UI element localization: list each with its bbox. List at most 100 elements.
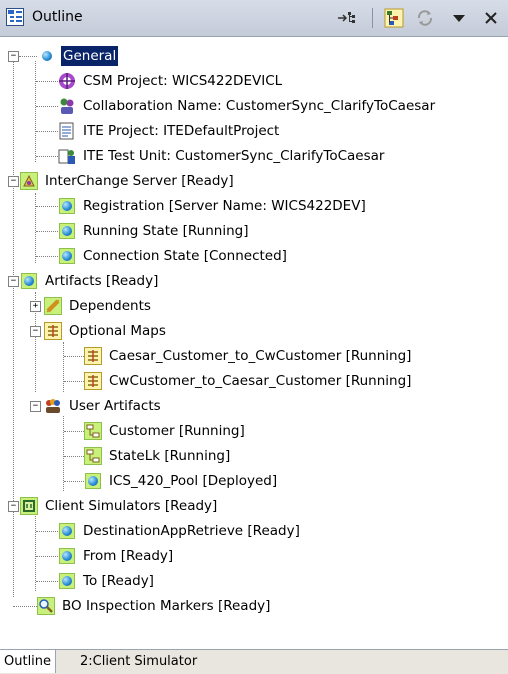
tree-connector [36,531,58,532]
tree-connector [35,193,36,263]
tree-connector [19,56,37,57]
view-menu-icon[interactable] [448,7,470,29]
tree-connector [36,131,58,132]
tree-item-general[interactable]: General [38,44,119,68]
tree-item-collaboration-name[interactable]: Collaboration Name: CustomerSync_Clarify… [58,94,437,118]
status-ball-icon [58,522,76,540]
user-artifacts-icon [44,397,62,415]
test-unit-icon [58,147,76,165]
tree-connector [36,106,58,107]
tree-item-label: From [Ready] [83,548,174,564]
tree-item-interchange-server[interactable]: InterChange Server [Ready] [20,169,236,193]
tree-connector [64,456,84,457]
view-title-bar: Outline [0,0,508,37]
tree-connector [36,206,58,207]
tree-item-label: General [61,46,119,66]
tree-item-connection-state[interactable]: Connection State [Connected] [58,244,289,268]
tree-item-map-cw-to-caesar[interactable]: CwCustomer_to_Caesar_Customer [Running] [84,369,413,393]
tree-connector [63,342,64,392]
tree-item-map-caesar-to-cw[interactable]: Caesar_Customer_to_CwCustomer [Running] [84,344,413,368]
relationship-icon [84,422,102,440]
tab-client-simulator[interactable]: 2:Client Simulator [76,650,201,673]
collaboration-icon [58,97,76,115]
link-with-editor-icon[interactable] [336,7,358,29]
tree-item-label: BO Inspection Markers [Ready] [62,598,271,614]
relationship-icon [84,447,102,465]
tree-connector [13,606,37,607]
expand-toggle[interactable]: + [30,301,41,312]
view-tabs: Outline 2:Client Simulator [0,649,508,674]
tree-item-optional-maps[interactable]: Optional Maps [44,319,168,343]
status-ball-icon [58,197,76,215]
tree-connector [35,61,36,162]
tree-item-customer[interactable]: Customer [Running] [84,419,247,443]
tree-item-to[interactable]: To [Ready] [58,569,156,593]
map-icon [44,322,62,340]
blue-ball-icon [38,47,56,65]
status-ball-icon [20,272,38,290]
map-icon [84,372,102,390]
tree-item-label: CSM Project: WICS422DEVICL [83,73,283,89]
tree-item-ite-test-unit[interactable]: ITE Test Unit: CustomerSync_ClarifyToCae… [58,144,386,168]
tree-connector [36,556,58,557]
collapse-toggle[interactable]: − [8,51,19,62]
tree-item-csm-project[interactable]: CSM Project: WICS422DEVICL [58,69,284,93]
tree-connector [64,431,84,432]
tree-item-ite-project[interactable]: ITE Project: ITEDefaultProject [58,119,281,143]
tree-item-bo-inspection-markers[interactable]: BO Inspection Markers [Ready] [37,594,272,618]
tree-connector [36,231,58,232]
toolbar-separator [372,8,373,28]
tree-item-dependents[interactable]: Dependents [44,294,153,318]
tree-connector [64,356,84,357]
tree-item-label: Artifacts [Ready] [45,273,159,289]
status-ball-icon [84,472,102,490]
collapse-toggle[interactable]: − [8,501,19,512]
collapse-toggle[interactable]: − [8,276,19,287]
tree-item-ics-420-pool[interactable]: ICS_420_Pool [Deployed] [84,469,279,493]
collapse-toggle[interactable]: − [30,326,41,337]
tree-item-label: Registration [Server Name: WICS422DEV] [83,198,366,214]
tree-item-label: Dependents [69,298,151,314]
tree-item-label: User Artifacts [69,398,161,414]
tree-connector [36,156,58,157]
tree-item-label: StateLk [Running] [109,448,231,464]
tree-item-label: Connection State [Connected] [83,248,287,264]
tree-item-label: Client Simulators [Ready] [45,498,218,514]
sync-icon[interactable] [414,7,436,29]
tree-item-artifacts[interactable]: Artifacts [Ready] [20,269,160,293]
status-ball-icon [58,222,76,240]
tree-item-statelk[interactable]: StateLk [Running] [84,444,232,468]
tree-item-label: Customer [Running] [109,423,245,439]
tree-connector [64,381,84,382]
document-icon [58,122,76,140]
tree-item-client-simulators[interactable]: Client Simulators [Ready] [20,494,219,518]
server-icon [20,172,38,190]
collapse-toggle[interactable]: − [8,176,19,187]
tree-item-label: ITE Project: ITEDefaultProject [83,123,280,139]
tab-outline[interactable]: Outline [0,650,57,673]
tree-item-label: ITE Test Unit: CustomerSync_ClarifyToCae… [83,148,385,164]
tree-view-icon[interactable] [383,7,405,29]
tree-item-registration[interactable]: Registration [Server Name: WICS422DEV] [58,194,368,218]
tree-item-user-artifacts[interactable]: User Artifacts [44,394,163,418]
tree-item-running-state[interactable]: Running State [Running] [58,219,251,243]
tree-item-destinationappretrieve[interactable]: DestinationAppRetrieve [Ready] [58,519,302,543]
map-icon [84,347,102,365]
view-title: Outline [32,9,83,25]
tree-item-label: CwCustomer_to_Caesar_Customer [Running] [109,373,412,389]
collapse-toggle[interactable]: − [30,401,41,412]
client-simulator-icon [20,497,38,515]
tree-item-label: ICS_420_Pool [Deployed] [109,473,278,489]
tree-connector [13,61,14,597]
tree-item-label: Optional Maps [69,323,166,339]
status-ball-icon [58,547,76,565]
csm-project-icon [58,72,76,90]
tree-item-label: To [Ready] [83,573,154,589]
tree-item-label: Running State [Running] [83,223,249,239]
status-ball-icon [58,572,76,590]
tree-item-from[interactable]: From [Ready] [58,544,175,568]
tree-connector [64,481,84,482]
close-icon[interactable] [480,7,502,29]
inspection-markers-icon [37,597,55,615]
tree-connector [63,416,64,491]
